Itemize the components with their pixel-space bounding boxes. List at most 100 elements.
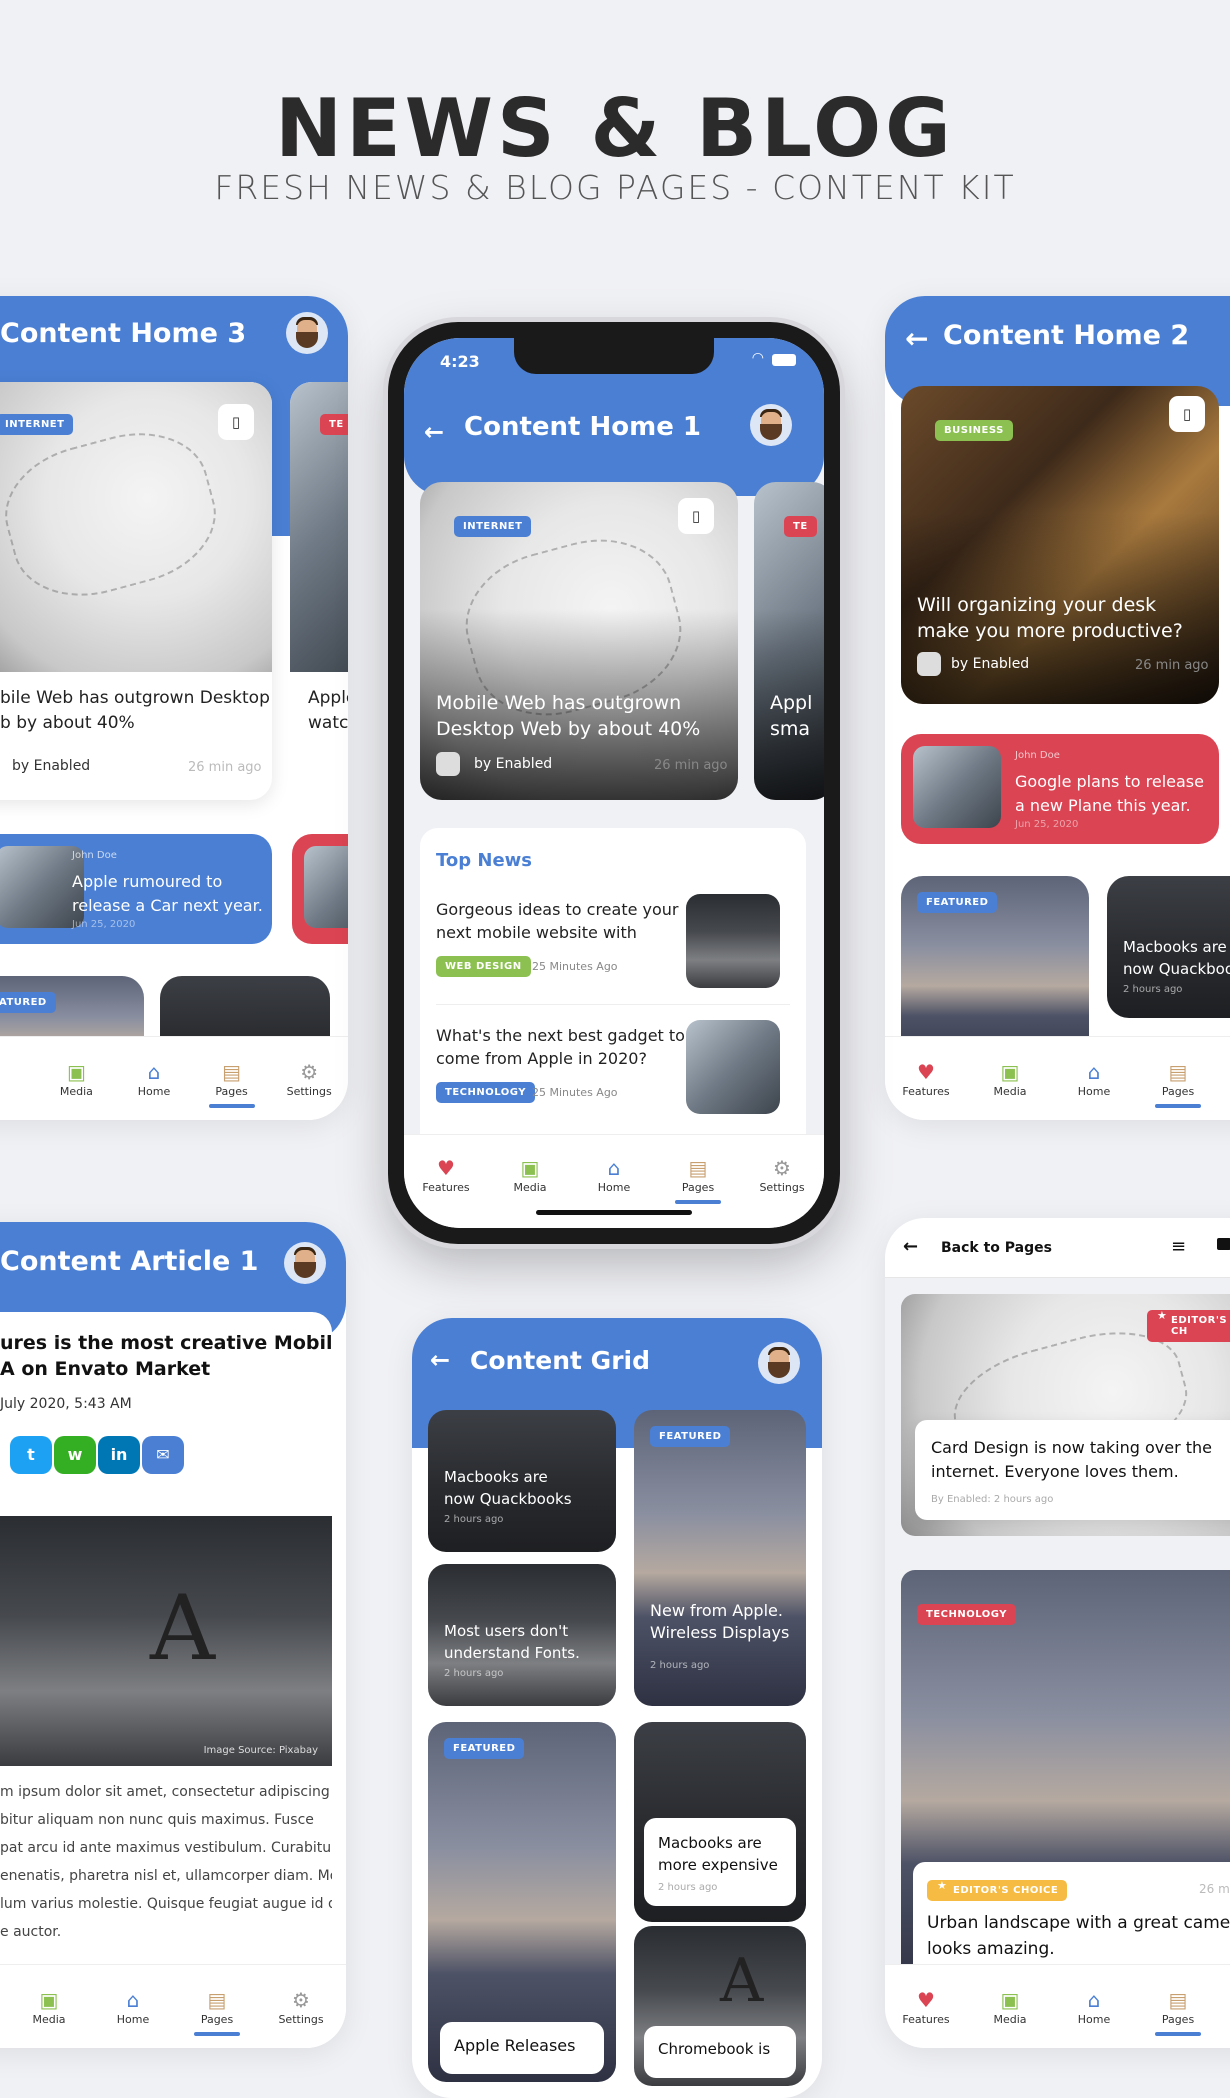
nav-pages[interactable]: ▤ Pages [1143,1987,1213,2036]
avatar[interactable] [758,1342,800,1384]
mail-button[interactable]: ✉ [142,1436,184,1474]
menu-icon[interactable]: ≡ [1171,1236,1186,1257]
date: Jun 25, 2020 [72,919,136,930]
article-card[interactable]: INTERNET ▯ bile Web has outgrown Desktop… [0,382,272,800]
star-icon: ★ [1157,1309,1167,1322]
article-card-next[interactable]: TE Apple watc [290,382,348,800]
twitter-button[interactable]: t [10,1436,52,1474]
grid-card[interactable]: FEATURED Apple Releases [428,1722,616,2082]
file-icon: ▤ [688,1156,708,1180]
back-arrow-icon[interactable]: ← [424,418,444,446]
category-tag[interactable]: BUSINESS [935,420,1013,441]
featured-tag: FEATURED [650,1426,731,1447]
small-news-card-next[interactable] [292,834,348,944]
nav-home[interactable]: ⌂ Home [1059,1987,1129,2026]
nav-media[interactable]: ▣ Media [41,1059,111,1098]
notch [514,338,714,374]
linkedin-button[interactable]: in [98,1436,140,1474]
home-icon: ⌂ [1087,1060,1101,1084]
news-title[interactable]: Gorgeous ideas to create your next mobil… [436,898,679,944]
news-tag[interactable]: TECHNOLOGY [436,1082,535,1103]
article-card-next[interactable]: TE Appl sma [754,482,824,800]
heart-icon: ♥ [917,1988,935,2012]
hero-subtitle: FRESH NEWS & BLOG PAGES - CONTENT KIT [214,168,1016,207]
small-news-card[interactable]: John Doe Apple rumoured to release a Car… [0,834,272,944]
nav-settings[interactable]: ⚙ Settings [274,1059,344,1098]
nav-pages[interactable]: ▤ Pages [663,1155,733,1204]
nav-features[interactable]: ♥ Features [891,1059,961,1098]
page-title: Content Home 2 [943,320,1190,351]
file-icon: ▤ [222,1060,242,1084]
card-time: 26 min ago [654,758,728,773]
article-date: July 2020, 5:43 AM [0,1396,132,1412]
grid-card[interactable]: FEATURED New from Apple. Wireless Displa… [634,1410,806,1706]
screen-content-grid: ← Content Grid Macbooks are now Quackboo… [412,1318,822,2098]
category-tag[interactable]: INTERNET [454,516,532,537]
article-card[interactable]: INTERNET ▯ Mobile Web has outgrown Deskt… [420,482,738,800]
grid-card-sub: 2 hours ago [444,1514,504,1525]
back-to-pages-link[interactable]: Back to Pages [941,1240,1052,1256]
small-news-card[interactable]: John Doe Google plans to release a new P… [901,734,1219,844]
news-title[interactable]: What's the next best gadget to come from… [436,1024,685,1070]
back-arrow-icon[interactable]: ← [905,322,928,355]
home-icon: ⌂ [147,1060,161,1084]
back-arrow-icon[interactable]: ← [430,1346,450,1374]
nav-media[interactable]: ▣ Media [975,1059,1045,1098]
small-card-title: Google plans to release a new Plane this… [1015,772,1204,815]
card-title: Apple watc [308,688,348,733]
letter-a: A [150,1576,215,1681]
category-tag[interactable]: TECHNOLOGY [917,1604,1016,1625]
card-time: 26 min ago [1135,658,1209,673]
avatar[interactable] [284,1242,326,1284]
grid-card[interactable]: A Chromebook is [634,1926,806,2086]
news-thumb[interactable] [686,894,780,988]
nav-pages[interactable]: ▤ Pages [197,1059,267,1108]
nav-home[interactable]: ⌂ Home [98,1987,168,2026]
screen-content-article-1: Content Article 1 ures is the most creat… [0,1222,346,2048]
nav-pages[interactable]: ▤ Pages [1143,1059,1213,1108]
article-image: A Image Source: Pixabay [0,1516,332,1766]
news-tag[interactable]: WEB DESIGN [436,956,531,977]
category-tag[interactable]: INTERNET [0,414,74,435]
mac-card[interactable]: Macbooks are now Quackboo 2 hours ago [1107,876,1230,1018]
avatar[interactable] [750,404,792,446]
nav-settings[interactable]: ⚙ Settings [266,1987,336,2026]
star-icon: ★ [937,1879,947,1892]
nav-media[interactable]: ▣ Media [975,1987,1045,2026]
card-title: Urban landscape with a great camer looks… [927,1913,1230,1959]
article-paragraph: m ipsum dolor sit amet, consectetur adip… [0,1784,332,1940]
article-headline: ures is the most creative Mobile A on En… [0,1332,332,1380]
bookmark-icon[interactable]: ▯ [678,498,714,534]
screen-content-home-2: ← Content Home 2 BUSINESS ▯ Will organiz… [885,296,1230,1120]
grid-card[interactable]: Macbooks are more expensive 2 hours ago [634,1722,806,1922]
nav-media[interactable]: ▣ Media [14,1987,84,2026]
news-thumb[interactable] [686,1020,780,1114]
hero-title: NEWS & BLOG [275,82,955,175]
nav-home[interactable]: ⌂ Home [579,1155,649,1194]
bookmark-icon[interactable]: ▯ [218,404,254,440]
grid-card-title: New from Apple. Wireless Displays [650,1601,790,1642]
article-card[interactable]: BUSINESS ▯ Will organizing your desk mak… [901,386,1219,704]
nav-home[interactable]: ⌂ Home [1059,1059,1129,1098]
bookmark-icon[interactable]: ▯ [1169,396,1205,432]
back-arrow-icon[interactable]: ← [903,1236,918,1257]
mac-card-title: Macbooks are now Quackboo [1123,938,1230,978]
category-tag[interactable]: TE [320,414,348,435]
grid-card[interactable]: Most users don't understand Fonts. 2 hou… [428,1564,616,1706]
nav-home[interactable]: ⌂ Home [119,1059,189,1098]
nav-media[interactable]: ▣ Media [495,1155,565,1194]
article-card[interactable]: TECHNOLOGY EDITOR'S CHOICE ★ 26 m Urban … [901,1570,1230,1990]
nav-features[interactable]: ♥ Features [891,1987,961,2026]
avatar[interactable] [286,312,328,354]
grid-card-sub: 2 hours ago [650,1660,710,1671]
card-byline: by Enabled [474,756,553,772]
nav-settings[interactable]: ⚙ Settings [747,1155,817,1194]
nav-features[interactable]: ♥ Features [411,1155,481,1194]
nav-pages[interactable]: ▤ Pages [182,1987,252,2036]
grid-card[interactable]: Macbooks are now Quackbooks 2 hours ago [428,1410,616,1552]
article-card[interactable]: EDITOR'S CH ★ Card Design is now taking … [901,1294,1230,1536]
grid-card-label: Chromebook is [644,2026,796,2078]
chat-icon[interactable] [1217,1238,1230,1250]
category-tag[interactable]: TE [784,516,817,537]
whatsapp-button[interactable]: w [54,1436,96,1474]
